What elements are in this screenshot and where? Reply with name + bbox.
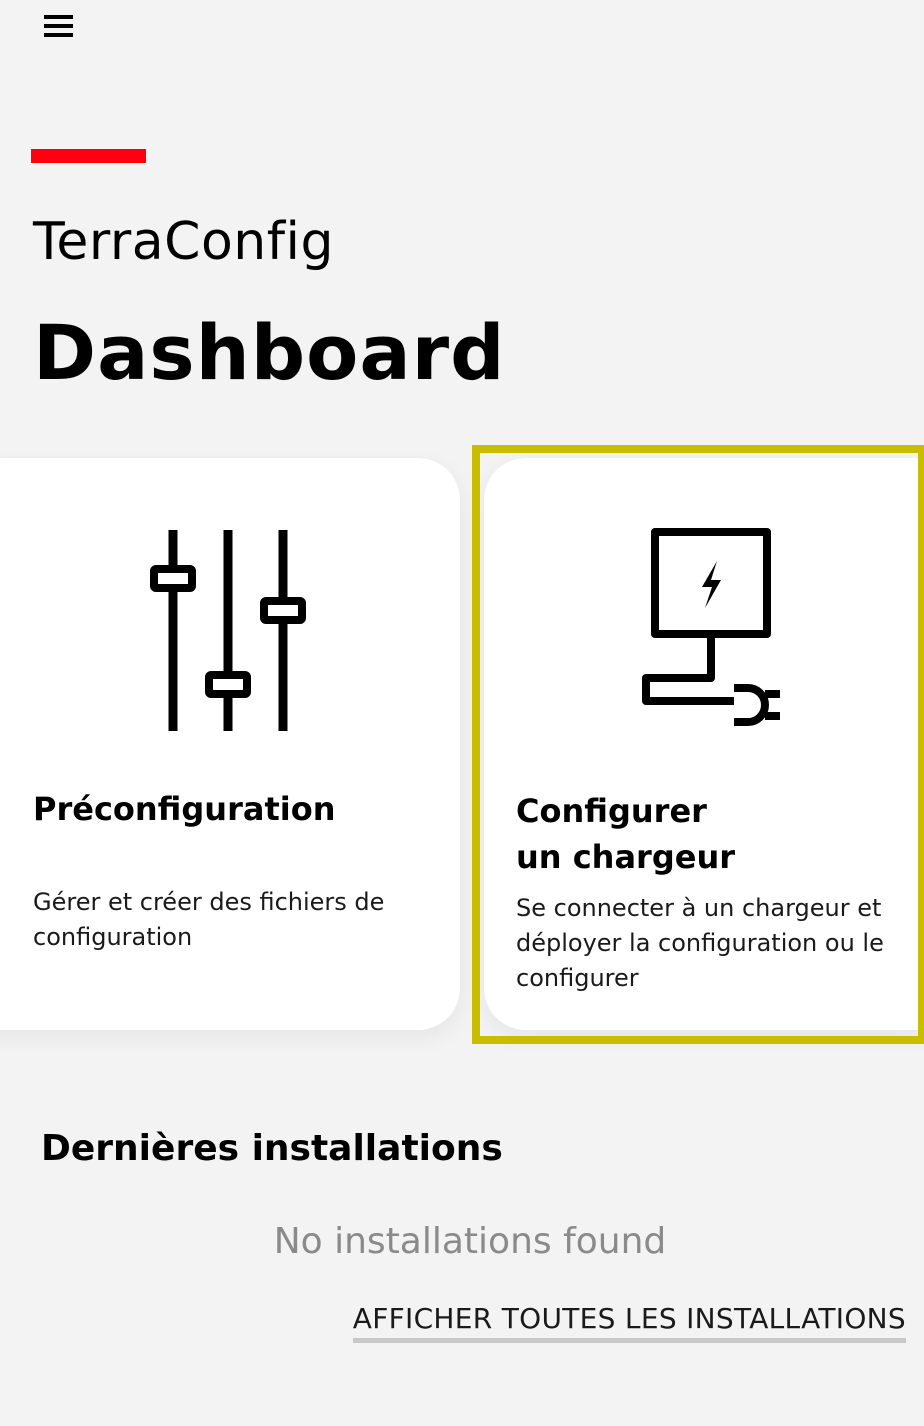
preconfiguration-card[interactable]: Préconfiguration Gérer et créer des fich… bbox=[0, 458, 460, 1030]
view-all-installations-link[interactable]: AFFICHER TOUTES LES INSTALLATIONS bbox=[352, 1302, 906, 1343]
dashboard-page: TerraConfig Dashboard Préconfiguration G… bbox=[0, 0, 924, 1426]
preconfiguration-title: Préconfiguration bbox=[33, 790, 336, 828]
charger-plug-icon bbox=[642, 528, 780, 726]
preconfiguration-description: Gérer et créer des fichiers de configura… bbox=[33, 888, 385, 951]
recent-installations-title: Dernières installations bbox=[41, 1128, 503, 1169]
app-name: TerraConfig bbox=[33, 212, 334, 272]
configure-charger-description: Se connecter à un chargeur et déployer l… bbox=[516, 894, 884, 992]
brand-accent-bar bbox=[31, 149, 146, 163]
empty-installations-message: No installations found bbox=[273, 1221, 667, 1262]
configure-charger-title: Configurer un chargeur bbox=[516, 792, 735, 876]
sliders-icon bbox=[150, 530, 306, 731]
configure-charger-card[interactable]: Configurer un chargeur Se connecter à un… bbox=[484, 458, 924, 1030]
hamburger-menu-icon[interactable] bbox=[44, 12, 74, 38]
page-title: Dashboard bbox=[33, 308, 506, 397]
